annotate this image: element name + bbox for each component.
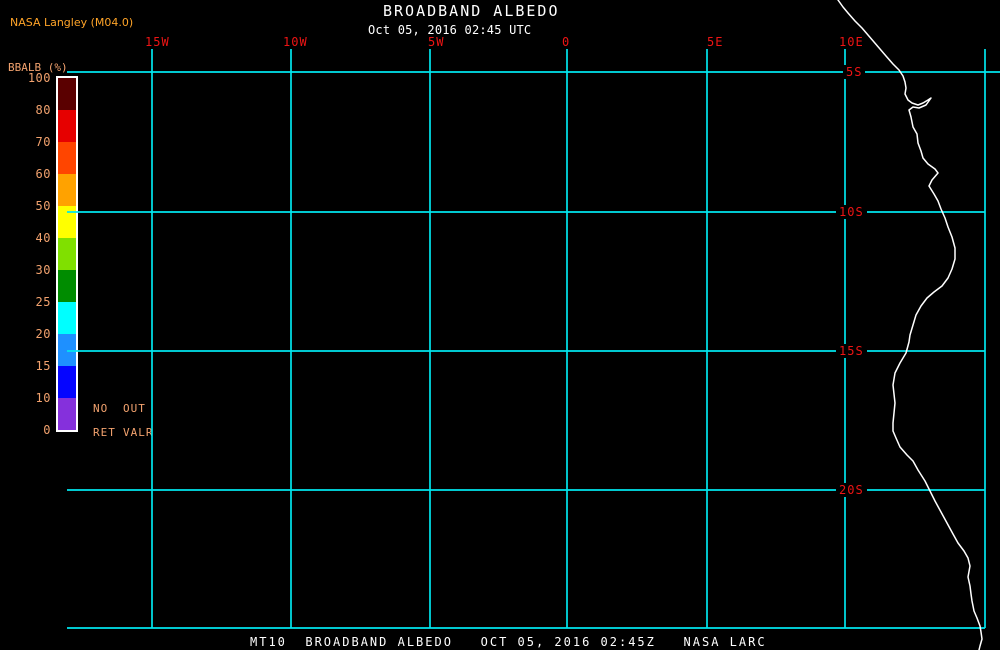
- page-title: BROADBAND ALBEDO: [383, 2, 560, 20]
- latitude-label: 10S: [836, 205, 867, 219]
- latitude-label: 5S: [843, 65, 866, 79]
- footer-text: MT10 BROADBAND ALBEDO OCT 05, 2016 02:45…: [250, 635, 767, 649]
- longitude-label: 15W: [145, 35, 170, 49]
- coastline: [837, 0, 983, 650]
- longitude-label: 10E: [839, 35, 864, 49]
- longitude-label: 5E: [707, 35, 724, 49]
- latitude-label: 15S: [836, 344, 867, 358]
- latitude-label: 20S: [836, 483, 867, 497]
- agency-label: NASA Langley (M04.0): [10, 16, 134, 29]
- colorbar-title: BBALB (%): [8, 61, 68, 74]
- map-graticule: [67, 0, 1000, 650]
- longitude-label: 0: [562, 35, 571, 49]
- albedo-map-screen: NASA Langley (M04.0) BROADBAND ALBEDO Oc…: [0, 0, 1000, 650]
- longitude-label: 5W: [428, 35, 445, 49]
- timestamp-subtitle: Oct 05, 2016 02:45 UTC: [368, 23, 532, 37]
- longitude-label: 10W: [283, 35, 308, 49]
